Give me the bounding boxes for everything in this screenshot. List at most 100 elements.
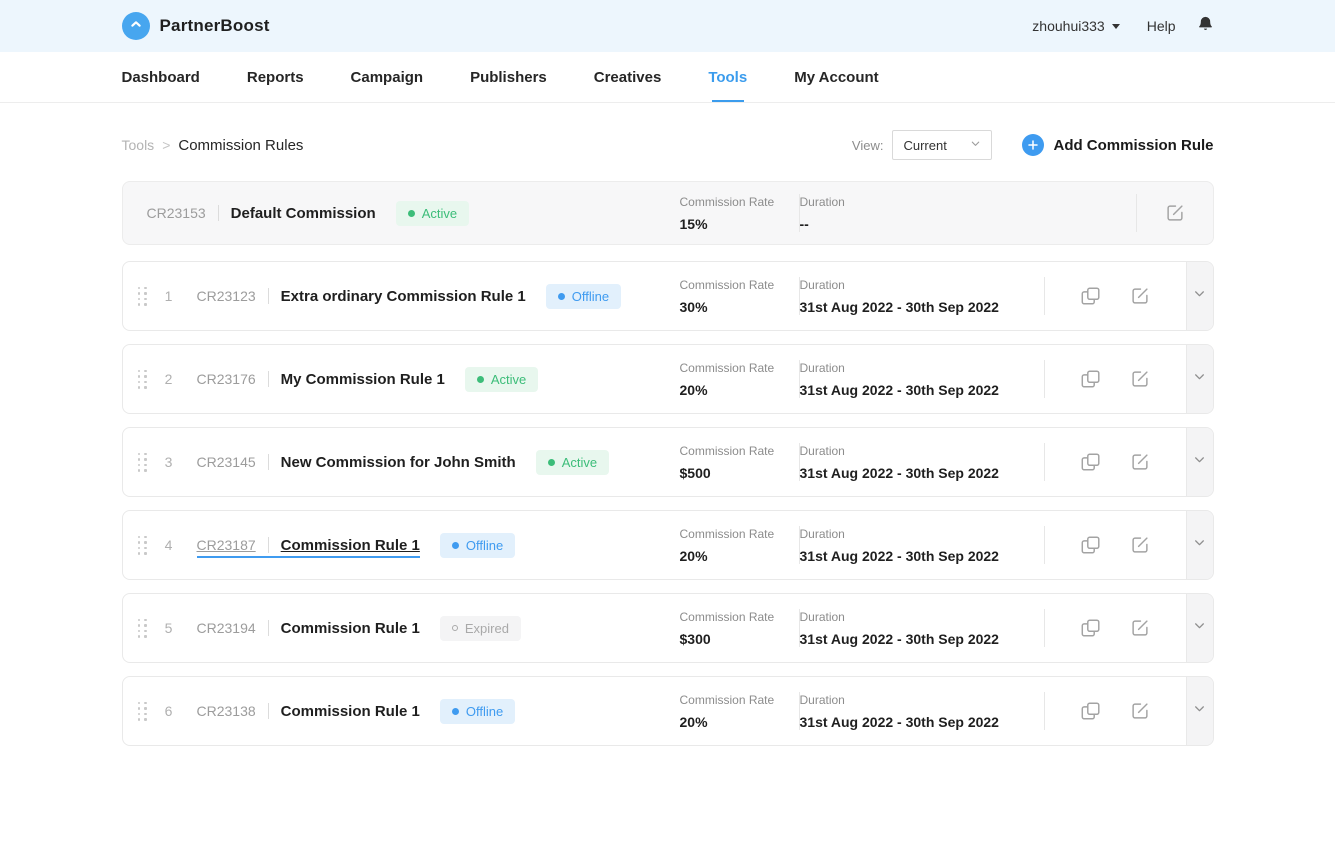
rule-id-link[interactable]: CR23138 [197, 703, 256, 719]
nav-item-tools[interactable]: Tools [708, 52, 747, 102]
rule-index: 2 [161, 371, 177, 387]
expand-chevron-button[interactable] [1186, 345, 1213, 413]
commission-rate-value: 20% [680, 382, 799, 398]
drag-handle[interactable] [138, 536, 149, 555]
nav-item-creatives[interactable]: Creatives [594, 52, 662, 102]
rule-card: 4 CR23187 Commission Rule 1 Offline Comm… [122, 510, 1214, 580]
commission-rate-value: 15% [680, 216, 799, 232]
copy-button[interactable] [1080, 451, 1102, 473]
status-label: Offline [466, 538, 503, 553]
edit-button[interactable] [1129, 451, 1151, 473]
help-link[interactable]: Help [1147, 18, 1176, 34]
expand-chevron-button[interactable] [1186, 594, 1213, 662]
drag-handle[interactable] [138, 702, 149, 721]
copy-button[interactable] [1080, 700, 1102, 722]
rule-id-link[interactable]: CR23187 [197, 537, 256, 553]
duration-label: Duration [800, 361, 1044, 375]
rule-name-link[interactable]: Commission Rule 1 [281, 620, 420, 637]
rule-id-link[interactable]: CR23176 [197, 371, 256, 387]
default-status-badge: Active [396, 201, 469, 226]
commission-rate-value: $500 [680, 465, 799, 481]
breadcrumb-current: Commission Rules [178, 137, 303, 154]
status-label: Active [562, 455, 597, 470]
duration-label: Duration [800, 610, 1044, 624]
rule-id-link[interactable]: CR23123 [197, 288, 256, 304]
edit-button[interactable] [1129, 617, 1151, 639]
edit-button[interactable] [1129, 534, 1151, 556]
expand-chevron-button[interactable] [1186, 677, 1213, 745]
rule-name-link[interactable]: My Commission Rule 1 [281, 371, 445, 388]
add-commission-rule-label: Add Commission Rule [1053, 137, 1213, 154]
rule-name-link[interactable]: Commission Rule 1 [281, 537, 420, 554]
edit-button[interactable] [1129, 700, 1151, 722]
copy-button[interactable] [1080, 617, 1102, 639]
status-badge: Offline [440, 699, 515, 724]
rule-name-link[interactable]: Extra ordinary Commission Rule 1 [281, 288, 526, 305]
rule-title: CR23176 My Commission Rule 1 [197, 371, 445, 388]
copy-button[interactable] [1080, 368, 1102, 390]
rule-name-link[interactable]: New Commission for John Smith [281, 454, 516, 471]
rule-id-link[interactable]: CR23194 [197, 620, 256, 636]
nav-item-label: Publishers [470, 69, 547, 86]
expand-chevron-button[interactable] [1186, 262, 1213, 330]
duration-value: 31st Aug 2022 - 30th Sep 2022 [800, 382, 1044, 398]
rule-index: 6 [161, 703, 177, 719]
commission-rate-value: $300 [680, 631, 799, 647]
commission-rate-label: Commission Rate [680, 195, 799, 209]
duration-label: Duration [800, 278, 1044, 292]
nav-item-campaign[interactable]: Campaign [351, 52, 424, 102]
copy-button[interactable] [1080, 285, 1102, 307]
status-label: Offline [572, 289, 609, 304]
nav-item-my-account[interactable]: My Account [794, 52, 878, 102]
brand-logo[interactable] [122, 12, 150, 40]
bell-icon [1197, 15, 1214, 38]
commission-rate-value: 20% [680, 548, 799, 564]
edit-button[interactable] [1164, 202, 1186, 224]
status-label: Active [422, 206, 457, 221]
drag-handle[interactable] [138, 453, 149, 472]
nav-item-reports[interactable]: Reports [247, 52, 304, 102]
status-badge: Active [536, 450, 609, 475]
plus-icon [1022, 134, 1044, 156]
drag-handle[interactable] [138, 370, 149, 389]
commission-rate-label: Commission Rate [680, 361, 799, 375]
rule-title: CR23194 Commission Rule 1 [197, 620, 420, 637]
rule-id-link[interactable]: CR23145 [197, 454, 256, 470]
status-dot-icon [408, 210, 415, 217]
duration-value: 31st Aug 2022 - 30th Sep 2022 [800, 714, 1044, 730]
copy-button[interactable] [1080, 534, 1102, 556]
rule-card: 1 CR23123 Extra ordinary Commission Rule… [122, 261, 1214, 331]
status-badge: Expired [440, 616, 521, 641]
chevron-down-icon [1193, 536, 1206, 554]
add-commission-rule-button[interactable]: Add Commission Rule [1022, 134, 1213, 156]
rule-index: 3 [161, 454, 177, 470]
notification-bell-button[interactable] [1197, 15, 1214, 38]
expand-chevron-button[interactable] [1186, 511, 1213, 579]
rule-title: CR23138 Commission Rule 1 [197, 703, 420, 720]
rule-title: CR23187 Commission Rule 1 [197, 537, 420, 558]
username: zhouhui333 [1032, 18, 1104, 34]
expand-chevron-button[interactable] [1186, 428, 1213, 496]
edit-button[interactable] [1129, 285, 1151, 307]
view-select[interactable]: Current [892, 130, 992, 160]
drag-handle[interactable] [138, 619, 149, 638]
rule-name-link[interactable]: Commission Rule 1 [281, 703, 420, 720]
breadcrumb-parent[interactable]: Tools [122, 137, 155, 153]
status-label: Active [491, 372, 526, 387]
title-divider [268, 620, 269, 636]
edit-button[interactable] [1129, 368, 1151, 390]
chevron-down-icon [1193, 370, 1206, 388]
title-divider [268, 703, 269, 719]
status-badge: Offline [546, 284, 621, 309]
drag-handle[interactable] [138, 287, 149, 306]
rule-card: 6 CR23138 Commission Rule 1 Offline Comm… [122, 676, 1214, 746]
title-divider [268, 288, 269, 304]
nav-item-publishers[interactable]: Publishers [470, 52, 547, 102]
rule-name[interactable]: Default Commission [231, 205, 376, 222]
breadcrumb-separator: > [162, 137, 170, 153]
user-menu[interactable]: zhouhui333 [1032, 18, 1119, 34]
nav-item-dashboard[interactable]: Dashboard [122, 52, 200, 102]
chevron-up-icon [128, 16, 144, 37]
rule-index: 1 [161, 288, 177, 304]
rule-id[interactable]: CR23153 [147, 205, 206, 221]
